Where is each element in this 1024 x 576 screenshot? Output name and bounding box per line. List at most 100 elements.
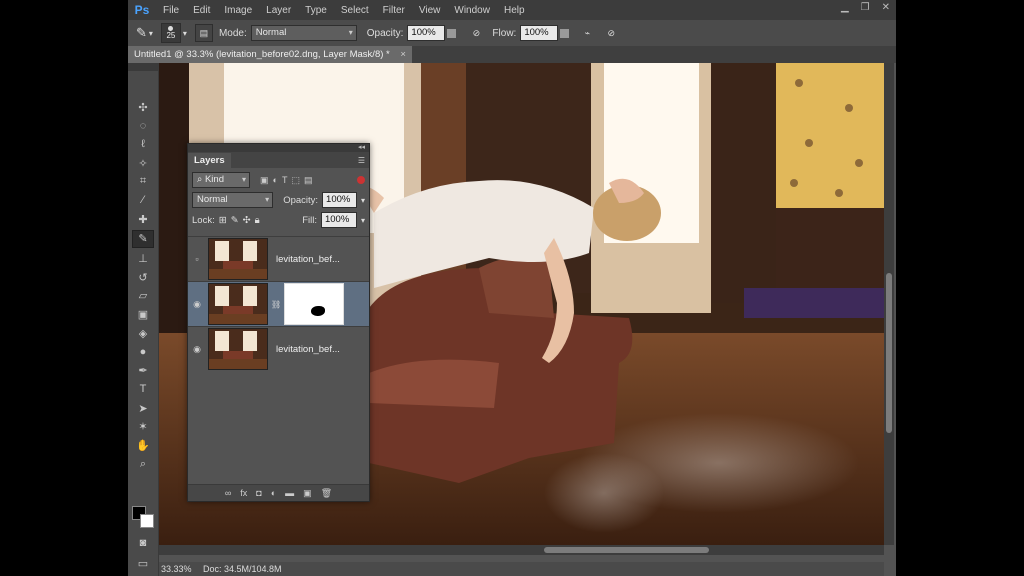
minimize-icon[interactable]: ▁ [841, 2, 849, 13]
restore-icon[interactable]: ❐ [861, 2, 870, 13]
layer-row[interactable]: ▫ levitation_bef... [188, 236, 369, 281]
fill-input[interactable]: 100% [320, 212, 357, 228]
path-selection-tool-icon[interactable]: ➤ [133, 400, 153, 416]
tablet-pressure-size-icon[interactable]: ⊘ [603, 25, 619, 41]
layer-thumbnail[interactable] [208, 283, 268, 325]
menu-filter[interactable]: Filter [376, 5, 412, 16]
color-swatches[interactable] [132, 506, 154, 528]
menu-select[interactable]: Select [334, 5, 376, 16]
brush-tool-icon-active[interactable]: ✎ [132, 229, 154, 248]
visibility-eye-icon[interactable]: ◉ [188, 344, 206, 355]
layer-row[interactable]: ◉ levitation_bef... [188, 326, 369, 371]
lock-pixels-icon[interactable]: ✎ [231, 215, 239, 226]
visibility-eye-icon[interactable]: ◉ [188, 299, 206, 310]
clone-stamp-tool-icon[interactable]: ⊥ [133, 251, 153, 267]
dodge-tool-icon[interactable]: ● [133, 344, 153, 360]
menu-file[interactable]: File [156, 5, 186, 16]
zoom-level[interactable]: 33.33% [161, 562, 192, 576]
lock-all-icon[interactable]: 🔒︎ [255, 215, 260, 226]
blend-mode-select[interactable]: Normal [192, 192, 274, 208]
layers-panel-titlebar[interactable]: ◂◂ [188, 144, 369, 152]
brush-picker[interactable]: 25 [160, 23, 181, 43]
layer-opacity-chevron-icon[interactable]: ▾ [361, 196, 365, 205]
filter-type-icon[interactable]: T [282, 175, 288, 186]
layer-opacity-input[interactable]: 100% [322, 192, 357, 208]
tablet-pressure-opacity-icon[interactable]: ⊘ [468, 25, 484, 41]
eraser-tool-icon[interactable]: ▱ [133, 288, 153, 304]
mode-select[interactable]: Normal [250, 25, 357, 41]
move-tool-icon[interactable]: ✣ [133, 99, 153, 115]
opacity-input[interactable]: 100% [407, 25, 446, 41]
vertical-scroll-thumb[interactable] [886, 273, 892, 433]
screen-mode-icon[interactable]: ▭ [133, 555, 153, 571]
lock-transparent-icon[interactable]: ⊞ [219, 215, 227, 226]
eyedropper-tool-icon[interactable]: ⁄ [133, 192, 153, 208]
flow-slider-toggle-icon[interactable] [560, 28, 570, 38]
close-tab-icon[interactable]: × [400, 49, 406, 60]
flow-input[interactable]: 100% [520, 25, 559, 41]
filter-smart-object-icon[interactable]: ▤ [304, 175, 313, 186]
filter-adjustment-icon[interactable]: ◐ [273, 175, 278, 186]
layer-mask-thumbnail[interactable] [284, 283, 345, 325]
crop-tool-icon[interactable]: ⌗ [133, 174, 153, 190]
layer-name[interactable]: levitation_bef... [276, 254, 340, 265]
filter-pixel-icon[interactable]: ▣ [260, 175, 269, 186]
mask-link-icon[interactable]: ⛓ [271, 300, 281, 309]
flow-label: Flow: [492, 27, 517, 39]
history-brush-tool-icon[interactable]: ↺ [133, 269, 153, 285]
adjustment-layer-icon[interactable]: ◐ [271, 488, 276, 498]
lock-position-icon[interactable]: ✣ [243, 215, 251, 226]
visibility-off-icon[interactable]: ▫ [188, 254, 206, 264]
menu-help[interactable]: Help [497, 5, 532, 16]
link-layers-icon[interactable]: ∞ [225, 488, 231, 498]
lasso-tool-icon[interactable]: ℓ [133, 136, 153, 152]
quick-selection-tool-icon[interactable]: ✧ [133, 155, 153, 171]
add-mask-icon[interactable]: ◘ [256, 488, 261, 498]
layer-thumbnail[interactable] [208, 328, 268, 370]
menu-image[interactable]: Image [217, 5, 259, 16]
horizontal-scrollbar[interactable] [159, 545, 884, 555]
menu-view[interactable]: View [412, 5, 448, 16]
layer-name[interactable]: levitation_bef... [276, 344, 340, 355]
document-size-info[interactable]: Doc: 34.5M/104.8M [203, 562, 282, 576]
menu-edit[interactable]: Edit [186, 5, 217, 16]
type-tool-icon[interactable]: T [133, 381, 153, 397]
layer-thumbnail[interactable] [208, 238, 268, 280]
new-group-icon[interactable]: ▬ [285, 488, 294, 498]
shape-tool-icon[interactable]: ✶ [133, 419, 153, 435]
hand-tool-icon[interactable]: ✋ [133, 437, 153, 453]
pen-tool-icon[interactable]: ✒ [133, 363, 153, 379]
layer-style-icon[interactable]: fx [240, 488, 247, 498]
layer-row-selected[interactable]: ◉ ⛓ [188, 281, 369, 326]
close-icon[interactable]: ✕ [882, 2, 890, 13]
filter-toggle-icon[interactable] [357, 176, 365, 184]
horizontal-scroll-thumb[interactable] [544, 547, 709, 553]
quick-mask-icon[interactable]: ◙ [133, 535, 153, 551]
document-tab[interactable]: Untitled1 @ 33.3% (levitation_before02.d… [128, 46, 412, 63]
panel-menu-icon[interactable]: ☰ [358, 153, 365, 168]
zoom-tool-icon[interactable]: ⌕ [133, 456, 153, 472]
tool-preset-chevron-icon[interactable]: ▾ [149, 29, 153, 38]
menu-type[interactable]: Type [298, 5, 334, 16]
filter-kind-select[interactable]: ⌕ Kind [192, 172, 250, 188]
filter-shape-icon[interactable]: ⬚ [291, 175, 300, 186]
healing-brush-tool-icon[interactable]: ✚ [133, 211, 153, 227]
background-color-swatch[interactable] [140, 514, 154, 528]
fill-chevron-icon[interactable]: ▾ [361, 216, 365, 225]
marquee-tool-icon[interactable]: ◌ [133, 118, 153, 134]
blur-tool-icon[interactable]: ◈ [133, 325, 153, 341]
brush-tool-icon[interactable]: ✎ [136, 25, 147, 41]
airbrush-icon[interactable]: ⌁ [579, 25, 595, 41]
tab-layers[interactable]: Layers [188, 153, 231, 168]
delete-layer-icon[interactable]: 🗑︎ [321, 488, 332, 499]
menu-layer[interactable]: Layer [259, 5, 298, 16]
brush-panel-toggle-icon[interactable]: ▤ [194, 24, 213, 42]
vertical-scrollbar[interactable] [884, 63, 894, 545]
opacity-slider-toggle-icon[interactable] [447, 28, 457, 38]
new-layer-icon[interactable]: ▣ [303, 488, 312, 499]
gradient-tool-icon[interactable]: ▣ [133, 307, 153, 323]
brush-picker-chevron-icon[interactable]: ▾ [183, 29, 187, 38]
layers-panel: ◂◂ Layers ☰ ⌕ Kind ▣ ◐ T ⬚ ▤ Normal Opac… [187, 143, 370, 502]
collapse-panel-icon[interactable]: ◂◂ [358, 144, 365, 152]
menu-window[interactable]: Window [447, 5, 497, 16]
